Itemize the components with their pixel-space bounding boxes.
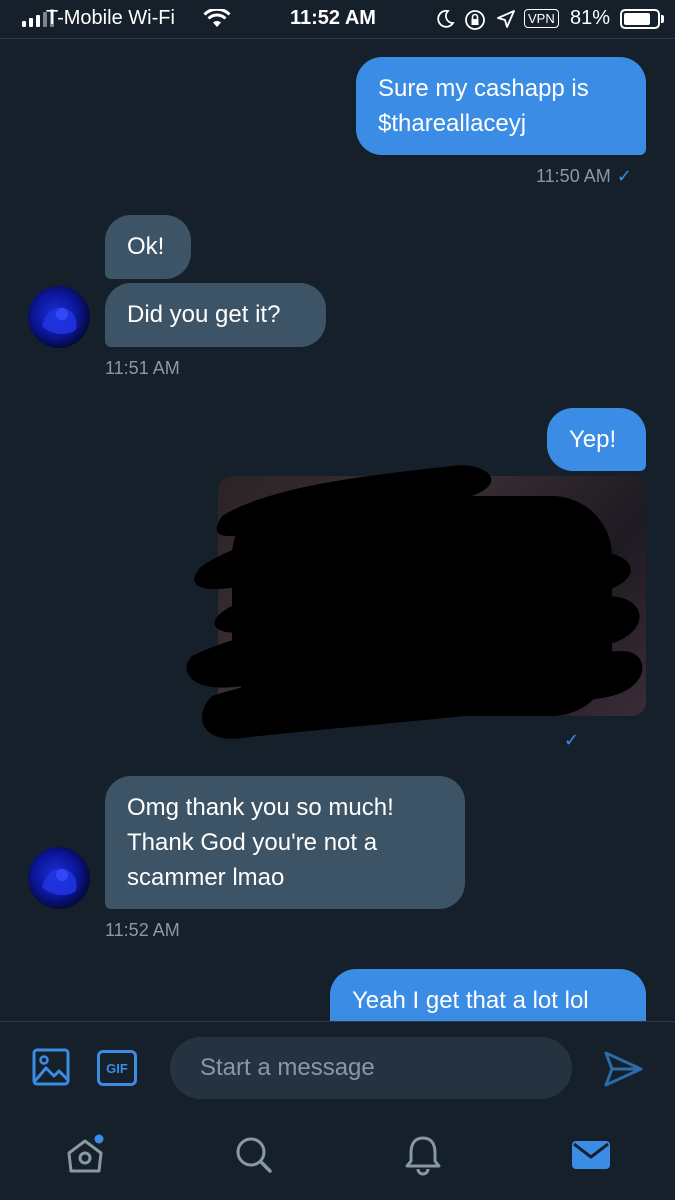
notifications-icon (405, 1136, 441, 1176)
avatar-image (42, 307, 77, 335)
battery-tip (661, 15, 664, 23)
message-text: Ok! (127, 233, 165, 260)
message-text: Yeah I get that a lot lol (352, 987, 589, 1014)
home-notification-dot (94, 1134, 104, 1144)
tab-notifications[interactable] (401, 1133, 445, 1177)
avatar[interactable] (28, 286, 90, 348)
message-line: Sure my cashapp is (378, 75, 589, 102)
carrier-label: T-Mobile Wi-Fi (46, 7, 175, 29)
tab-home[interactable] (63, 1133, 107, 1177)
message-timestamp: 11:51 AM (105, 358, 180, 378)
home-icon (67, 1134, 104, 1173)
message-line: $thareallaceyj (378, 110, 527, 137)
message-timestamp: ✓ (558, 730, 579, 751)
tab-search[interactable] (232, 1133, 276, 1177)
location-icon (497, 10, 515, 28)
messages-icon (572, 1141, 610, 1169)
gif-label: GIF (106, 1060, 128, 1076)
tab-messages[interactable] (569, 1133, 613, 1177)
received-message[interactable]: Did you get it? (105, 283, 326, 347)
tab-bar (0, 1117, 675, 1200)
message-timestamp: 11:50 AM ✓ (536, 166, 632, 187)
status-bar: T-Mobile Wi-Fi 11:52 AM VPN 81% (0, 0, 675, 39)
sent-check-icon: ✓ (564, 730, 580, 750)
battery-percent: 81% (570, 7, 611, 29)
message-composer: GIF Start a message (0, 1021, 675, 1118)
battery-icon (620, 9, 660, 29)
image-icon[interactable] (32, 1048, 70, 1086)
received-message[interactable]: Omg thank you so much! Thank God you're … (105, 776, 465, 909)
message-input[interactable]: Start a message (170, 1037, 572, 1099)
clock: 11:52 AM (290, 7, 376, 29)
received-message[interactable]: Ok! (105, 215, 191, 279)
search-icon (236, 1137, 272, 1173)
message-line: scammer lmao (127, 864, 285, 891)
avatar-image (42, 868, 77, 896)
message-text: Did you get it? (127, 301, 281, 328)
send-icon[interactable] (602, 1050, 644, 1088)
rotation-lock-icon (465, 10, 485, 30)
vpn-badge: VPN (524, 9, 559, 28)
sent-message[interactable]: Sure my cashapp is $thareallaceyj (356, 57, 646, 155)
gif-button[interactable]: GIF (97, 1050, 137, 1086)
message-text: Yep! (569, 426, 617, 453)
moon-icon (437, 9, 455, 28)
wifi-icon (203, 9, 231, 27)
message-line: Thank God you're not a (127, 829, 378, 856)
redaction-scribble (186, 465, 643, 739)
message-timestamp: 11:52 AM (105, 920, 180, 940)
message-input-placeholder: Start a message (200, 1054, 375, 1081)
message-line: Omg thank you so much! (127, 794, 394, 821)
sent-check-icon: ✓ (616, 166, 632, 186)
timestamp-text: 11:50 AM (536, 166, 611, 186)
avatar[interactable] (28, 847, 90, 909)
